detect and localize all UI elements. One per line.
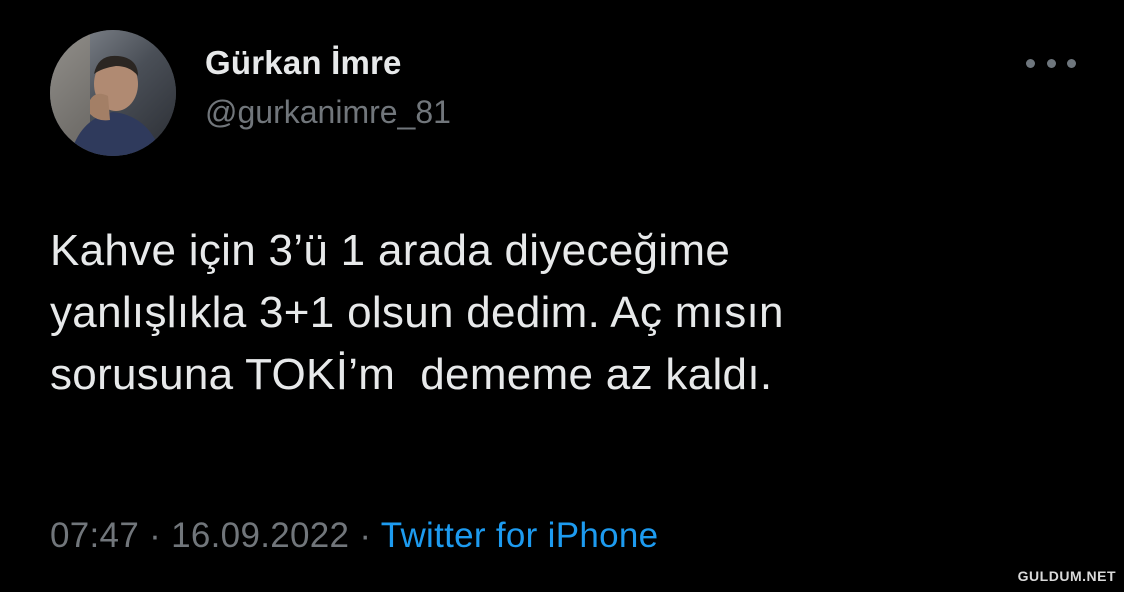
tweet-card: Gürkan İmre @gurkanimre_81 Kahve için 3’… [0, 0, 1124, 592]
tweet-text-line: sorusuna TOKİ’m dememe az kaldı. [50, 350, 773, 399]
watermark: GULDUM.NET [1017, 568, 1116, 584]
avatar-photo [50, 30, 176, 156]
tweet-time[interactable]: 07:47 [50, 516, 139, 555]
tweet-text-line: Kahve için 3’ü 1 arada diyeceğime [50, 226, 731, 275]
avatar[interactable] [50, 30, 176, 156]
user-display-name[interactable]: Gürkan İmre [205, 44, 402, 82]
tweet-text: Kahve için 3’ü 1 arada diyeceğime yanlış… [50, 220, 1070, 406]
tweet-metadata: 07:47 · 16.09.2022 · Twitter for iPhone [50, 516, 658, 556]
more-horizontal-icon-dot [1067, 58, 1076, 68]
tweet-source-link[interactable]: Twitter for iPhone [381, 516, 659, 555]
more-options-button[interactable] [1026, 50, 1076, 76]
more-horizontal-icon-dot [1046, 58, 1056, 68]
meta-separator: · [149, 516, 162, 555]
user-handle[interactable]: @gurkanimre_81 [205, 94, 451, 131]
tweet-text-line: yanlışlıkla 3+1 olsun dedim. Aç mısın [50, 288, 784, 337]
tweet-date[interactable]: 16.09.2022 [171, 516, 349, 555]
meta-separator: · [359, 516, 372, 555]
more-horizontal-icon [1026, 58, 1035, 68]
